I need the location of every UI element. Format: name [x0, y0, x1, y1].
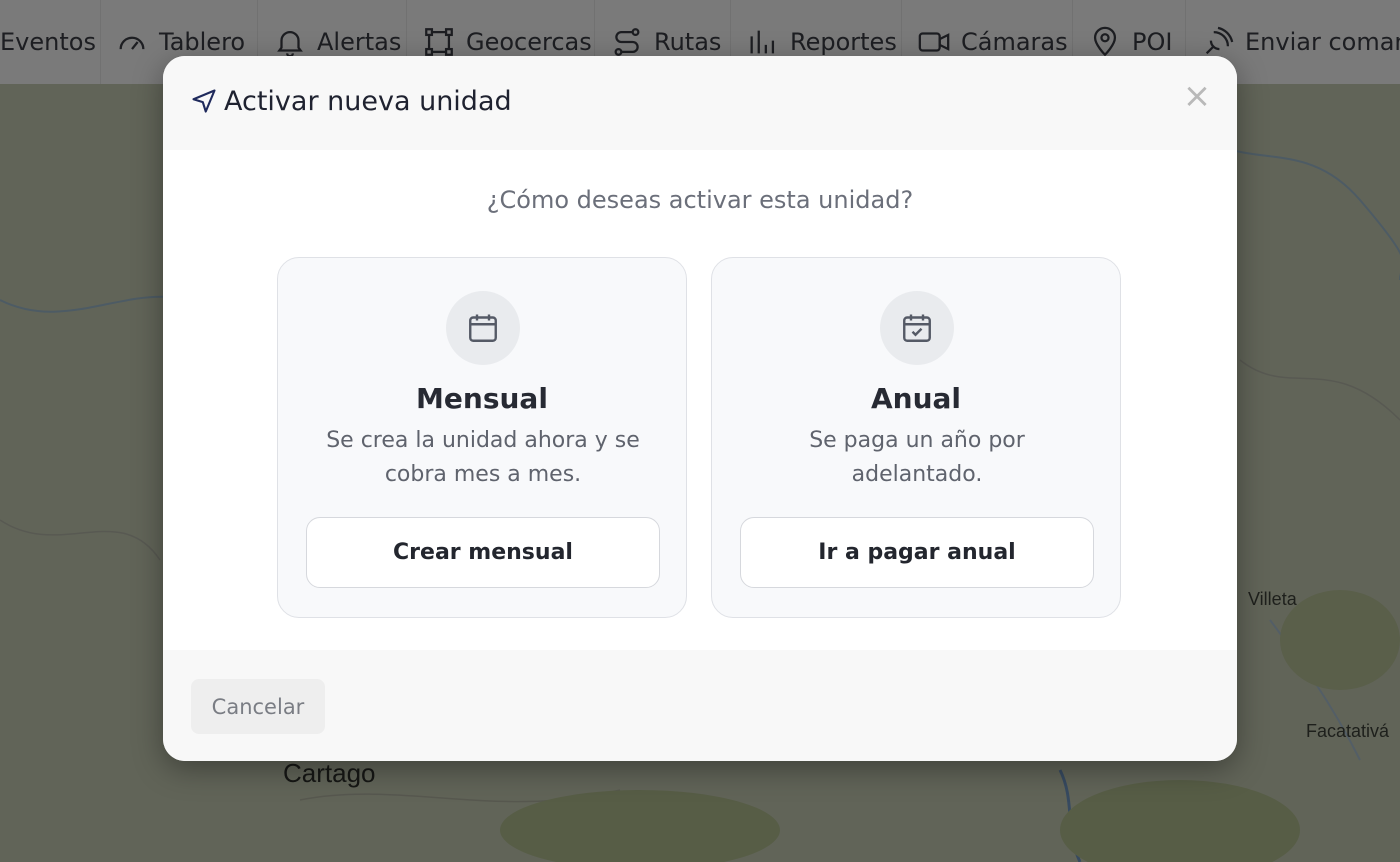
- calendar-icon: [469, 314, 497, 342]
- option-description-monthly: Se crea la unidad ahora y se cobra mes a…: [326, 428, 640, 487]
- close-icon[interactable]: ×: [1181, 79, 1213, 113]
- activation-question: ¿Cómo deseas activar esta unidad?: [486, 186, 914, 214]
- modal-title: Activar nueva unidad: [224, 86, 512, 117]
- option-description-annual: Se paga un año por adelantado.: [809, 428, 1025, 487]
- activate-unit-modal: Activar nueva unidad × ¿Cómo deseas acti…: [163, 56, 1237, 761]
- cancel-button[interactable]: Cancelar: [191, 679, 325, 734]
- modal-footer: Cancelar: [163, 650, 1237, 761]
- navigation-arrow-icon: [192, 89, 216, 113]
- create-monthly-button[interactable]: Crear mensual: [306, 517, 660, 588]
- pay-annual-button[interactable]: Ir a pagar anual: [740, 517, 1094, 588]
- option-card-monthly: Mensual Se crea la unidad ahora y se cob…: [277, 257, 687, 618]
- calendar-icon-badge: [446, 291, 520, 365]
- option-title-annual: Anual: [870, 382, 962, 415]
- option-card-annual: Anual Se paga un año por adelantado. Ir …: [711, 257, 1121, 618]
- modal-header: Activar nueva unidad ×: [163, 56, 1237, 150]
- calendar-check-icon-badge: [880, 291, 954, 365]
- calendar-check-icon: [903, 314, 931, 342]
- option-title-monthly: Mensual: [416, 382, 548, 415]
